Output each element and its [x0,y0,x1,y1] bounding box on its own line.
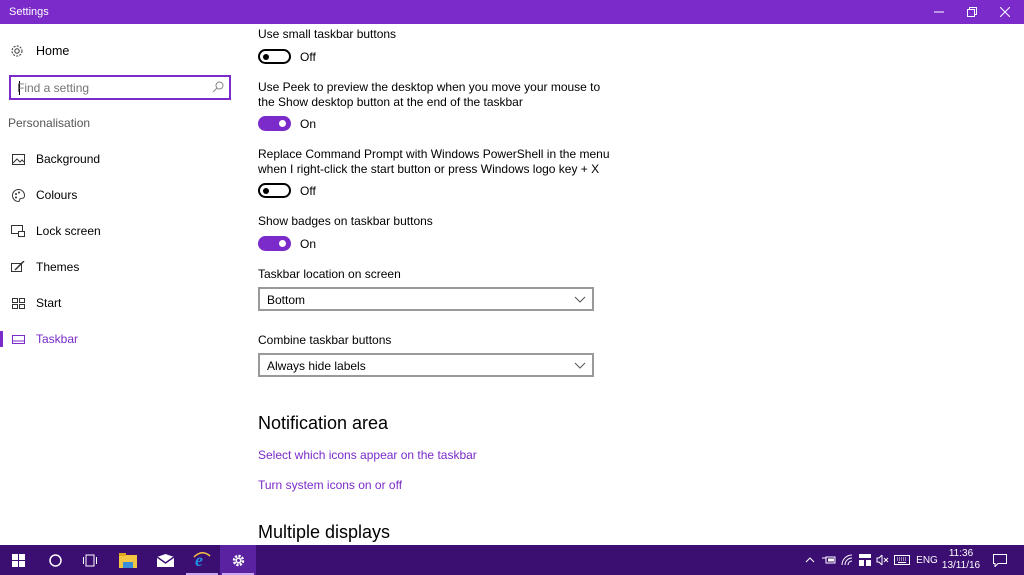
search-icon [212,81,224,93]
sidebar-item-label: Themes [36,260,80,274]
file-explorer-button[interactable] [110,545,146,575]
toggle-knob [279,240,286,247]
home-nav[interactable]: Home [10,44,69,58]
action-center-icon [993,553,1007,567]
toggle-state: Off [300,50,316,64]
minimize-button[interactable] [922,0,956,24]
toggle-knob [279,120,286,127]
toggle-state: On [300,237,317,251]
badges-toggle[interactable] [258,236,291,251]
action-tray-button[interactable] [856,545,874,575]
setting-label: Use Peek to preview the desktop when you… [258,80,601,94]
mail-icon [156,553,174,567]
sidebar-item-colours[interactable]: Colours [0,180,240,210]
taskbar-icon [11,332,25,346]
clock-date: 13/11/16 [941,560,981,571]
chevron-up-icon [805,557,815,563]
powershell-toggle[interactable] [258,183,291,198]
settings-app-button[interactable] [220,545,256,575]
window-title: Settings [9,6,49,18]
sidebar-item-background[interactable]: Background [0,144,240,174]
clock-time: 11:36 [948,548,974,559]
settings-icon [232,554,244,566]
wifi-icon [841,554,853,566]
setting-label: Use small taskbar buttons [258,27,397,41]
palette-icon [11,188,25,202]
notification-area-heading: Notification area [258,413,389,433]
picture-icon [11,152,25,166]
small-taskbar-buttons-toggle[interactable] [258,49,291,64]
chevron-down-icon [574,296,586,303]
setting-label: Replace Command Prompt with Windows Powe… [258,147,610,161]
mail-button[interactable] [147,545,183,575]
task-view-button[interactable] [72,545,108,575]
restore-button[interactable] [955,0,989,24]
network-tray-button[interactable] [838,545,856,575]
battery-plug-icon [822,556,836,564]
main-content: Use small taskbar buttons Off Use Peek t… [258,24,1024,545]
file-explorer-icon [119,552,137,568]
search-box[interactable] [9,75,231,100]
themes-icon [11,260,25,274]
cortana-button[interactable] [37,545,73,575]
close-button[interactable] [988,0,1022,24]
close-icon [1000,7,1010,17]
setting-label: when I right-click the start button or p… [258,162,600,176]
restore-icon [967,7,977,17]
toggle-knob [263,187,269,194]
lock-screen-icon [11,224,25,238]
sidebar: Home Personalisation Background Colours … [0,24,240,545]
windows-taskbar: e ENG 11:36 13/11/16 [0,545,1024,575]
setting-label: Show badges on taskbar buttons [258,214,433,228]
power-tray-button[interactable] [820,545,838,575]
edge-button[interactable]: e [184,545,220,575]
active-indicator [0,331,3,347]
sidebar-item-lock-screen[interactable]: Lock screen [0,216,240,246]
clock-button[interactable]: 11:36 13/11/16 [936,548,986,572]
windows-logo-icon [11,553,25,567]
sidebar-item-label: Lock screen [36,224,101,238]
task-view-icon [83,554,97,566]
select-icons-link[interactable]: Select which icons appear on the taskbar [258,448,477,462]
taskbar-location-dropdown[interactable]: Bottom [258,287,594,311]
sidebar-item-taskbar[interactable]: Taskbar [0,324,240,354]
language-indicator: ENG [916,554,938,566]
system-icons-link[interactable]: Turn system icons on or off [258,478,402,492]
sidebar-item-label: Taskbar [36,332,79,346]
multiple-displays-heading: Multiple displays [258,522,391,542]
volume-tray-button[interactable] [874,545,892,575]
dropdown-value: Always hide labels [267,359,366,373]
sidebar-item-start[interactable]: Start [0,288,240,318]
chevron-down-icon [574,362,586,369]
toggle-state: On [300,117,317,131]
home-label: Home [36,44,70,58]
edge-icon: e [193,551,211,569]
dropdown-value: Bottom [267,293,306,307]
toggle-state: Off [300,184,316,198]
search-input[interactable] [17,79,207,97]
setting-label: the Show desktop button at the end of th… [258,95,523,109]
touch-keyboard-button[interactable] [892,545,912,575]
sidebar-item-themes[interactable]: Themes [0,252,240,282]
combine-buttons-dropdown[interactable]: Always hide labels [258,353,594,377]
cortana-icon [48,553,62,567]
keyboard-icon [894,555,910,565]
title-bar: Settings [0,0,1024,24]
sidebar-item-label: Background [36,152,101,166]
combine-label: Combine taskbar buttons [258,333,392,347]
start-button[interactable] [0,545,36,575]
minimize-icon [934,11,944,13]
sidebar-item-label: Colours [36,188,78,202]
sidebar-item-label: Start [36,296,62,310]
volume-muted-icon [876,555,889,565]
start-icon [11,296,25,310]
location-label: Taskbar location on screen [258,267,401,281]
taskbar-tray-icon [859,554,871,566]
gear-icon [10,44,24,58]
peek-toggle[interactable] [258,116,291,131]
action-center-button[interactable] [988,545,1012,575]
show-hidden-icons-button[interactable] [802,545,818,575]
toggle-knob [263,53,269,60]
group-label: Personalisation [8,116,91,130]
